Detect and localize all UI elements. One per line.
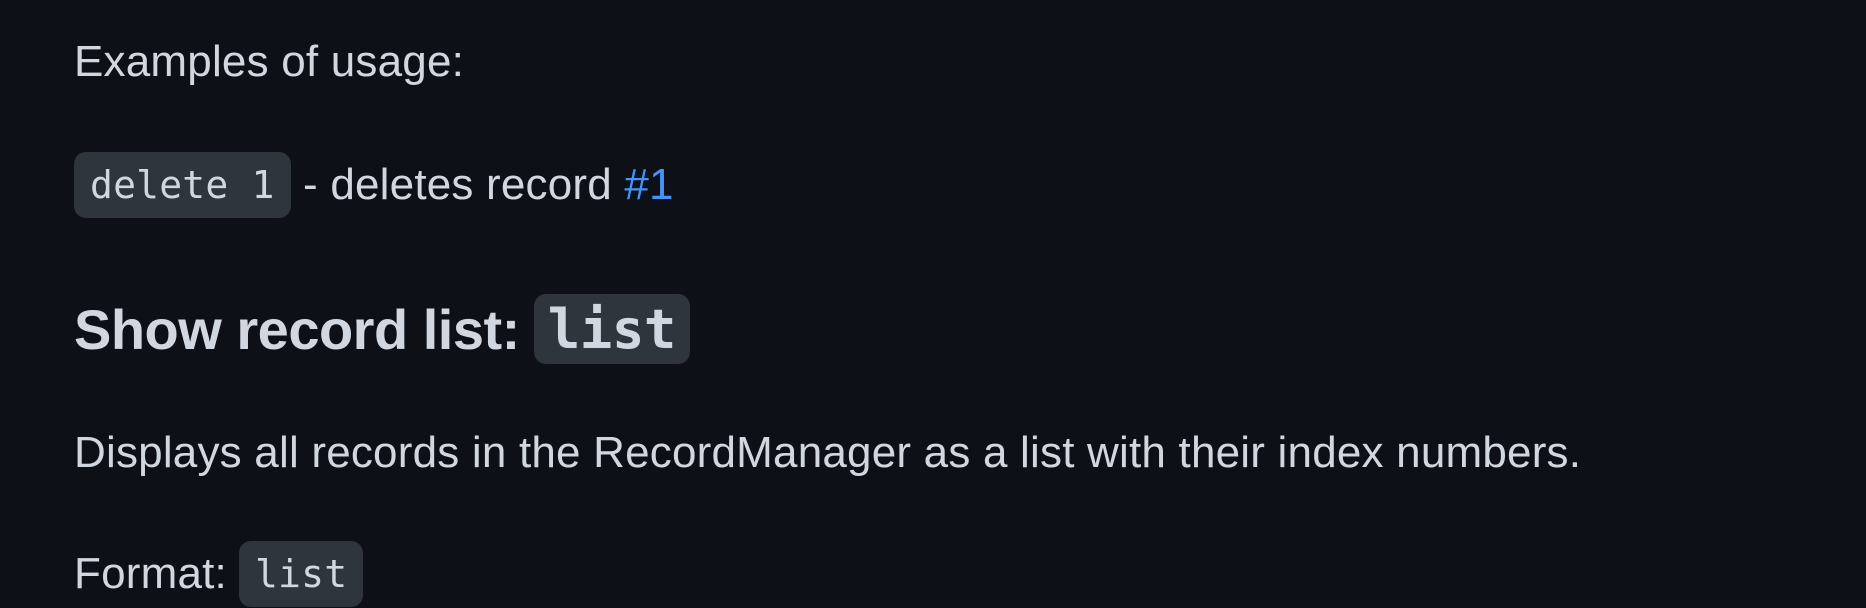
list-description-paragraph: Displays all records in the RecordManage…: [74, 423, 1581, 483]
delete-example-paragraph: delete 1 - deletes record #1: [74, 152, 674, 218]
heading-list-code: list: [533, 294, 690, 364]
show-record-list-heading: Show record list: list: [74, 292, 690, 366]
format-label: Format:: [74, 549, 227, 598]
delete-command-code: delete 1: [74, 152, 291, 218]
examples-text: Examples of usage:: [74, 37, 465, 86]
format-paragraph: Format: list: [74, 541, 364, 607]
markdown-content: Examples of usage: delete 1 - deletes re…: [0, 0, 1866, 608]
examples-paragraph: Examples of usage:: [74, 32, 464, 92]
delete-example-description: - deletes record: [290, 160, 625, 209]
format-list-code: list: [238, 541, 364, 607]
section-heading-text: Show record list:: [74, 297, 520, 361]
record-link[interactable]: #1: [624, 160, 673, 210]
list-description-text: Displays all records in the RecordManage…: [74, 428, 1582, 477]
